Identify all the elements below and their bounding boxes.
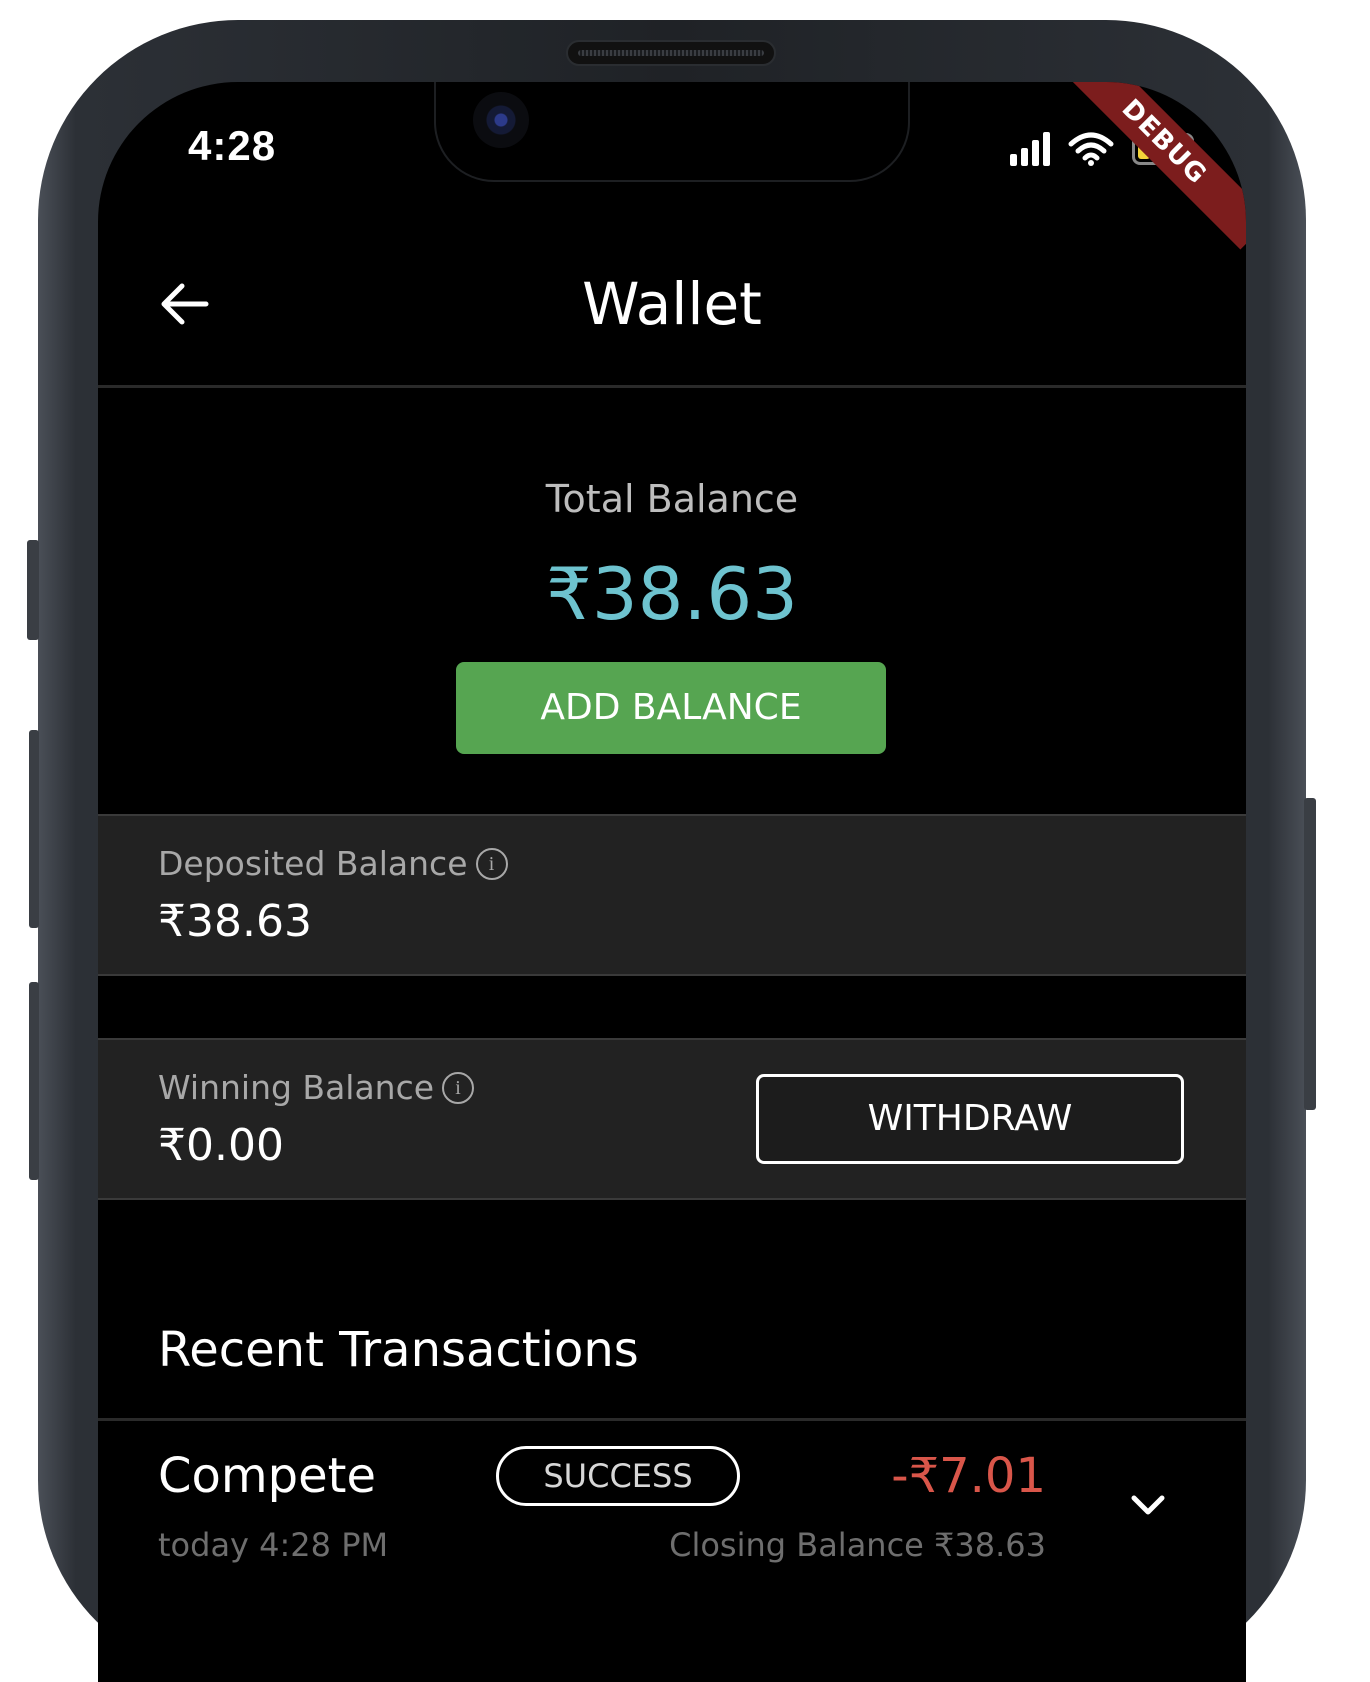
transaction-amount: -₹7.01 [891,1448,1046,1504]
app-screen: 4:28 DEBUG Wallet Total Balance ₹38.63 A… [98,82,1246,1682]
front-camera-icon [473,92,529,148]
chevron-down-icon[interactable] [1128,1486,1168,1526]
cellular-signal-icon [1010,132,1050,166]
earpiece-speaker [566,40,776,66]
deposited-balance-card: Deposited Balance i ₹38.63 [98,814,1246,976]
info-icon[interactable]: i [475,847,508,880]
volume-down-button [29,982,39,1180]
app-bar: Wallet [98,252,1246,388]
section-divider [98,1418,1246,1421]
total-balance-label: Total Balance [545,477,799,521]
info-icon[interactable]: i [442,1071,475,1104]
wifi-icon [1068,132,1114,166]
transaction-date: today 4:28 PM [158,1526,389,1564]
winning-balance-label: Winning Balance [158,1068,435,1107]
transaction-closing-balance: Closing Balance ₹38.63 [669,1526,1046,1564]
winning-balance-card: Winning Balance i ₹0.00 WITHDRAW [98,1038,1246,1200]
winning-balance-label-row: Winning Balance i [158,1068,475,1107]
volume-up-button [29,730,39,928]
deposited-balance-label: Deposited Balance [158,844,468,883]
mute-switch [27,540,39,640]
recent-transactions-title: Recent Transactions [158,1322,639,1378]
deposited-balance-value: ₹38.63 [158,896,312,947]
power-button [1304,798,1316,1110]
total-balance-value: ₹38.63 [546,552,798,636]
status-time: 4:28 [188,122,277,169]
transaction-title: Compete [158,1448,376,1504]
winning-balance-value: ₹0.00 [158,1120,284,1171]
deposited-balance-label-row: Deposited Balance i [158,844,508,883]
transaction-status-badge: SUCCESS [496,1446,740,1506]
page-title: Wallet [582,270,762,338]
add-balance-button[interactable]: ADD BALANCE [456,662,886,754]
withdraw-button[interactable]: WITHDRAW [756,1074,1184,1164]
